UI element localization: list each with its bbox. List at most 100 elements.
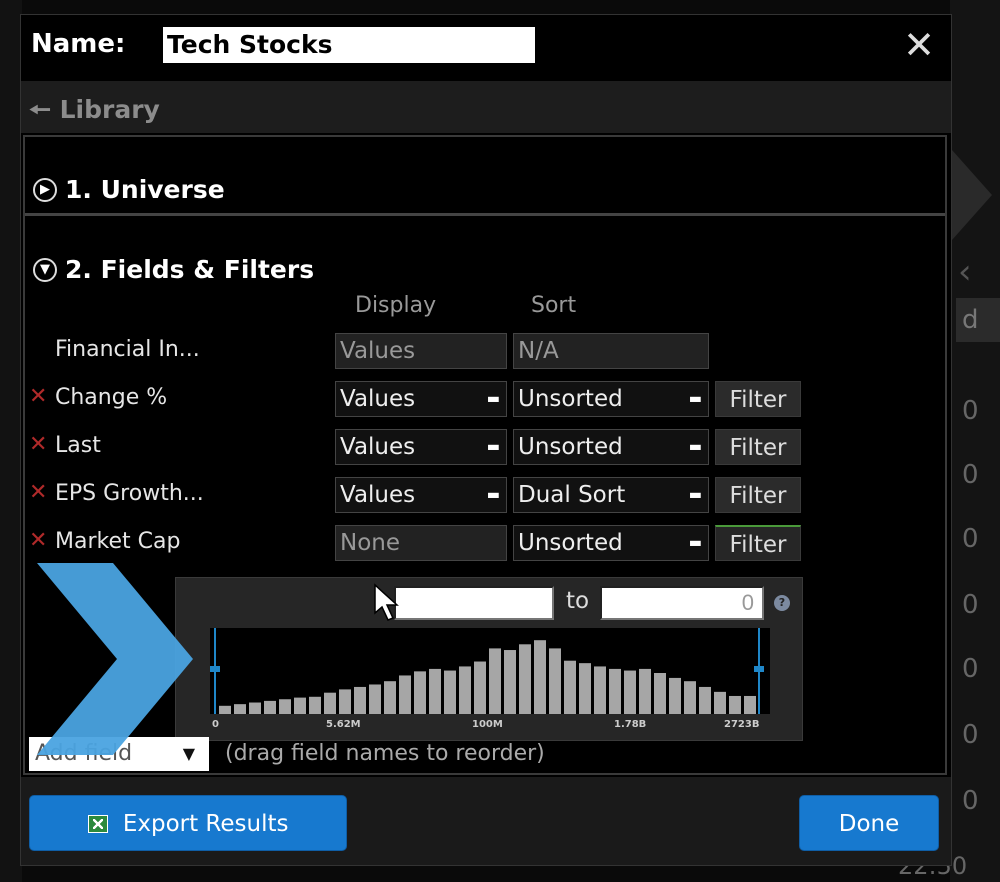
- field-name[interactable]: Change %: [55, 385, 167, 410]
- screen-name-input[interactable]: [163, 27, 535, 63]
- histogram-bar: [309, 696, 321, 714]
- dialog-footer: Export Results Done: [21, 777, 951, 865]
- histogram-bar: [414, 671, 426, 714]
- background-value: 0: [962, 654, 979, 684]
- remove-x-icon[interactable]: ✕: [29, 384, 47, 409]
- histogram-bar: [219, 705, 231, 714]
- section-fields-filters[interactable]: ▼ 2. Fields & Filters: [33, 255, 314, 284]
- caret-down-icon: ▬: [688, 535, 702, 551]
- section-divider: [25, 213, 945, 216]
- mouse-cursor-icon: [374, 583, 399, 621]
- background-value: 0: [962, 524, 979, 554]
- histogram-bar: [369, 684, 381, 714]
- sort-select-value: Dual Sort: [518, 482, 626, 508]
- histogram-bar: [294, 697, 306, 714]
- section-universe[interactable]: ▶ 1. Universe: [33, 175, 225, 204]
- histogram-axis-label: 0: [212, 719, 219, 730]
- histogram-bar: [714, 691, 726, 714]
- display-select[interactable]: Values ▬: [335, 429, 507, 465]
- background-chevron-left-icon: ‹: [958, 252, 972, 292]
- histogram-bar: [639, 668, 651, 714]
- display-select-value: Values: [340, 482, 416, 508]
- remove-x-icon[interactable]: ✕: [29, 528, 47, 553]
- field-name[interactable]: EPS Growth...: [55, 481, 204, 506]
- background-value: 0: [962, 786, 979, 816]
- dialog-title-bar: Name: ✕: [21, 15, 951, 77]
- display-select[interactable]: Values ▬: [335, 381, 507, 417]
- filter-button-active[interactable]: Filter: [715, 525, 801, 561]
- library-bar: 🠔 Library: [21, 81, 951, 133]
- background-left-edge: [0, 0, 22, 882]
- arrow-left-icon: 🠔: [29, 95, 51, 124]
- histogram-bar: [234, 704, 246, 714]
- caret-down-icon: ▬: [688, 391, 702, 407]
- background-expand-arrow-icon: [952, 150, 992, 240]
- sort-select[interactable]: Unsorted ▬: [513, 525, 709, 561]
- expand-arrow-right-icon: ▶: [33, 177, 57, 202]
- histogram-bar: [624, 670, 636, 714]
- column-header-sort: Sort: [531, 293, 577, 318]
- caret-down-icon: ▬: [486, 391, 500, 407]
- filter-button[interactable]: Filter: [715, 381, 801, 417]
- range-to-label: to: [566, 588, 590, 614]
- display-select-value: Values: [340, 434, 416, 460]
- histogram-bar: [744, 695, 756, 714]
- display-select: None: [335, 525, 507, 561]
- range-handle-right-grip[interactable]: [754, 666, 764, 672]
- filter-button[interactable]: Filter: [715, 477, 801, 513]
- histogram-bar: [654, 673, 666, 714]
- histogram-bar: [684, 681, 696, 714]
- histogram-bar: [444, 670, 456, 714]
- field-name[interactable]: Market Cap: [55, 529, 180, 554]
- histogram-bar: [384, 681, 396, 714]
- histogram-axis-label: 1.78B: [614, 719, 647, 730]
- histogram-bar: [699, 686, 711, 714]
- tutorial-arrow-overlay: [37, 563, 193, 755]
- range-from-input[interactable]: [394, 586, 554, 620]
- remove-x-icon[interactable]: ✕: [29, 480, 47, 505]
- field-row: ✕ EPS Growth... Values ▬ Dual Sort ▬ Fil…: [29, 475, 809, 515]
- histogram-bar: [339, 689, 351, 714]
- background-value: 0: [962, 590, 979, 620]
- background-value: 0: [962, 460, 979, 490]
- histogram-axis-label: 5.62M: [326, 719, 361, 730]
- sort-select[interactable]: Unsorted ▬: [513, 429, 709, 465]
- histogram-bar: [429, 668, 441, 714]
- library-back-link[interactable]: 🠔 Library: [29, 91, 160, 134]
- filter-button[interactable]: Filter: [715, 429, 801, 465]
- section-fields-title: 2. Fields & Filters: [65, 255, 315, 284]
- histogram-bar: [474, 661, 486, 714]
- range-handle-left-grip[interactable]: [210, 666, 220, 672]
- field-name[interactable]: Last: [55, 433, 101, 458]
- histogram-bar: [579, 663, 591, 714]
- histogram-bar: [264, 700, 276, 714]
- remove-x-icon[interactable]: ✕: [29, 432, 47, 457]
- histogram-bar: [249, 702, 261, 714]
- histogram-bar: [564, 660, 576, 714]
- sort-select[interactable]: Dual Sort ▬: [513, 477, 709, 513]
- field-row: ✕ Change % Values ▬ Unsorted ▬ Filter: [29, 379, 809, 419]
- sort-select-value: Unsorted: [518, 530, 623, 556]
- display-select[interactable]: Values ▬: [335, 477, 507, 513]
- histogram-bar: [534, 640, 546, 714]
- histogram-bar: [669, 677, 681, 714]
- caret-down-icon: ▬: [486, 439, 500, 455]
- done-button[interactable]: Done: [799, 795, 939, 851]
- close-icon[interactable]: ✕: [903, 23, 935, 67]
- histogram-bar: [594, 666, 606, 714]
- market-cap-histogram[interactable]: [210, 628, 770, 714]
- histogram-axis-label: 100M: [472, 719, 503, 730]
- export-results-button[interactable]: Export Results: [29, 795, 347, 851]
- histogram-axis-label: 2723B: [724, 719, 760, 730]
- histogram-bar: [324, 692, 336, 714]
- market-cap-filter-popup: to ? 0 5.62M 100M 1.78B 2723B: [175, 577, 803, 741]
- sort-select[interactable]: Unsorted ▬: [513, 381, 709, 417]
- field-name[interactable]: Financial In...: [55, 337, 200, 362]
- field-row: Financial In... Values N/A: [29, 331, 809, 371]
- field-row: ✕ Market Cap None Unsorted ▬ Filter: [29, 523, 809, 563]
- background-value: 0: [962, 396, 979, 426]
- display-select: Values: [335, 333, 507, 369]
- help-icon[interactable]: ?: [774, 595, 790, 611]
- reorder-hint: (drag field names to reorder): [225, 741, 545, 766]
- range-to-input[interactable]: [600, 586, 764, 620]
